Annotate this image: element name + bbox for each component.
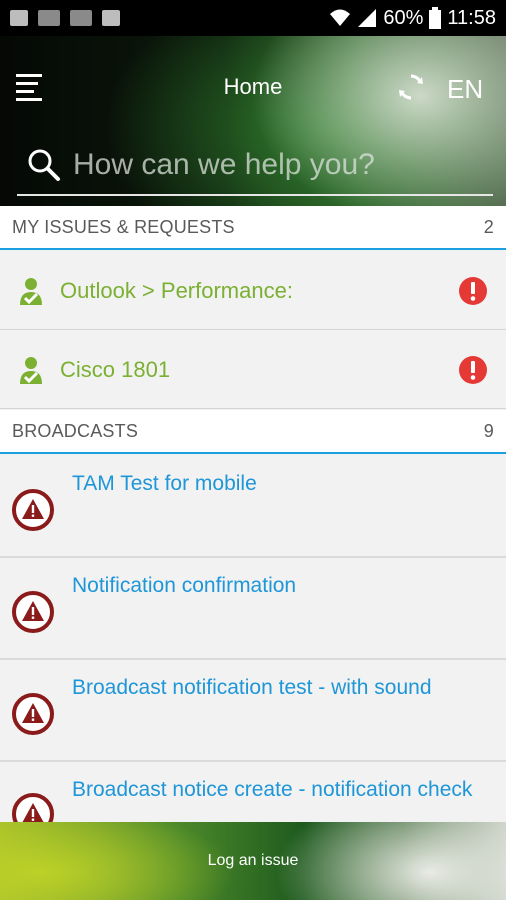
warning-icon xyxy=(12,489,54,531)
broadcasts-header: BROADCASTS 9 xyxy=(0,410,506,454)
section-title: BROADCASTS xyxy=(12,420,139,441)
alert-icon xyxy=(459,355,487,384)
warning-icon xyxy=(12,793,54,824)
photos-notification-icon xyxy=(102,10,120,26)
issue-title: Cisco 1801 xyxy=(60,356,171,382)
app-notification-icon xyxy=(70,10,92,26)
broadcast-item[interactable]: Broadcast notice create - notification c… xyxy=(0,764,506,824)
alert-icon xyxy=(459,276,487,305)
battery-icon xyxy=(429,7,442,29)
user-check-icon xyxy=(20,356,42,384)
issue-item[interactable]: Cisco 1801 xyxy=(0,331,506,409)
wifi-icon xyxy=(330,9,351,26)
warning-icon xyxy=(12,591,54,633)
broadcast-title: Notification confirmation xyxy=(72,574,297,597)
gallery-notification-icon xyxy=(10,10,28,26)
search-bar xyxy=(17,136,493,196)
search-input[interactable] xyxy=(73,148,473,182)
user-check-icon xyxy=(20,277,42,305)
battery-percentage: 60% xyxy=(383,6,424,29)
section-title: MY ISSUES & REQUESTS xyxy=(12,216,235,237)
warning-icon xyxy=(12,693,54,735)
broadcasts-count: 9 xyxy=(483,420,494,441)
issue-title: Outlook > Performance: xyxy=(60,277,293,303)
my-issues-header: MY ISSUES & REQUESTS 2 xyxy=(0,206,506,250)
app-notification-icon xyxy=(38,10,60,26)
issues-count: 2 xyxy=(483,216,494,237)
broadcast-title: Broadcast notification test - with sound xyxy=(72,676,432,699)
broadcast-item[interactable]: Broadcast notification test - with sound xyxy=(0,662,506,762)
language-selector[interactable]: EN xyxy=(447,74,483,105)
log-issue-label: Log an issue xyxy=(207,852,299,869)
status-bar: 60% 11:58 xyxy=(0,0,506,36)
broadcast-item[interactable]: Notification confirmation xyxy=(0,560,506,660)
broadcast-item[interactable]: TAM Test for mobile xyxy=(0,458,506,558)
issue-item[interactable]: Outlook > Performance: xyxy=(0,252,506,330)
refresh-icon[interactable] xyxy=(396,72,426,102)
broadcast-title: Broadcast notice create - notification c… xyxy=(72,778,473,801)
clock: 11:58 xyxy=(447,6,496,29)
signal-icon xyxy=(358,9,377,27)
broadcast-title: TAM Test for mobile xyxy=(72,472,257,495)
search-icon xyxy=(28,149,60,181)
page-title: Home xyxy=(223,74,283,99)
app-header: Home EN xyxy=(0,36,506,206)
log-issue-button[interactable]: Log an issue xyxy=(0,822,506,900)
